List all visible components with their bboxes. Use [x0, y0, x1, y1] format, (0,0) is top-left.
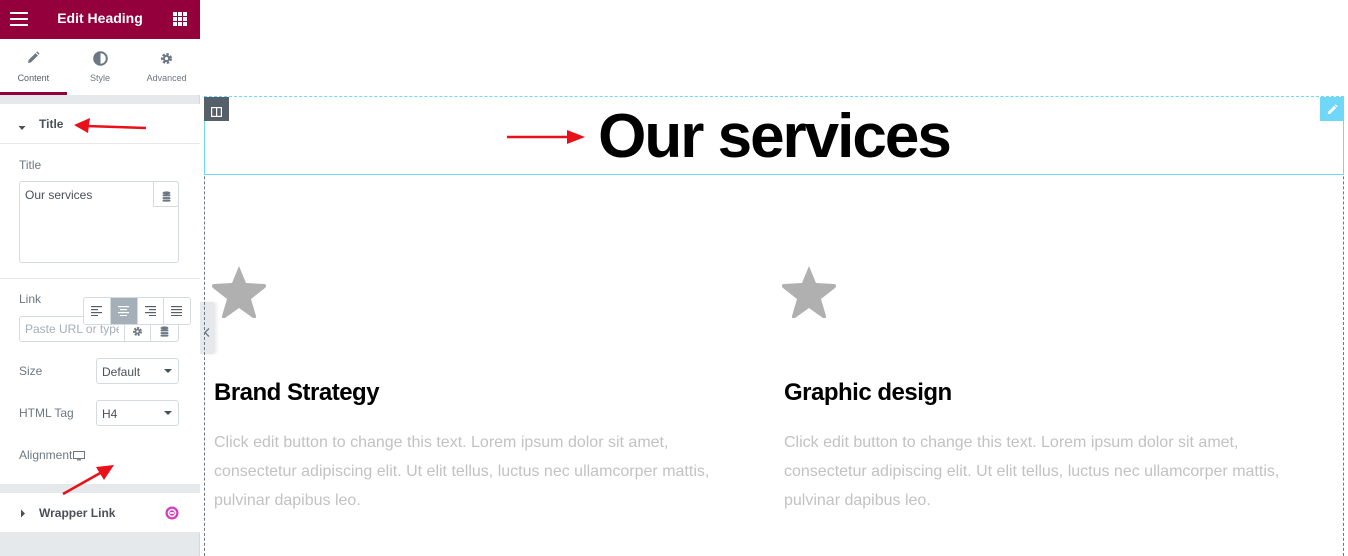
annotation-arrow — [62, 465, 114, 496]
caret-down-icon — [18, 120, 26, 134]
star-icon — [211, 264, 267, 323]
chevron-down-icon — [164, 411, 172, 415]
panel-header: Edit Heading — [0, 0, 200, 39]
alignment-choices — [83, 297, 191, 325]
gear-icon — [132, 324, 143, 342]
panel-tabs: Content Style Advanced — [0, 39, 200, 95]
box-description[interactable]: Click edit button to change this text. L… — [214, 428, 714, 515]
align-right-icon — [144, 306, 156, 316]
tab-content[interactable]: Content — [0, 39, 67, 95]
html-tag-select[interactable]: H4 — [96, 400, 179, 426]
section-wrapper-link-label: Wrapper Link — [39, 506, 116, 520]
panel-title: Edit Heading — [57, 10, 143, 26]
box-title[interactable]: Graphic design — [784, 379, 952, 407]
half-circle-icon — [67, 51, 134, 69]
section-wrapper-link-toggle[interactable]: Wrapper Link — [0, 493, 200, 533]
align-center-button[interactable] — [110, 298, 138, 324]
title-field-label: Title — [19, 158, 42, 172]
annotation-arrow — [74, 118, 147, 133]
align-left-icon — [91, 306, 102, 316]
box-title[interactable]: Brand Strategy — [214, 379, 380, 407]
addon-badge-icon — [165, 506, 179, 523]
database-icon — [160, 324, 169, 342]
tab-style-label: Style — [90, 73, 111, 83]
tab-advanced[interactable]: Advanced — [133, 39, 200, 95]
section-title-label: Title — [39, 117, 64, 131]
html-tag-field-label: HTML Tag — [19, 406, 74, 420]
tab-content-label: Content — [17, 73, 50, 83]
widgets-grid-icon[interactable] — [173, 12, 187, 26]
align-left-button[interactable] — [84, 298, 111, 324]
caret-right-icon — [20, 507, 26, 521]
title-dynamic-tags-button[interactable] — [153, 181, 179, 207]
size-select-value: Default — [102, 365, 141, 379]
gear-icon — [133, 51, 200, 69]
star-icon — [781, 264, 837, 323]
box-description[interactable]: Click edit button to change this text. L… — [784, 428, 1284, 515]
align-right-button[interactable] — [137, 298, 165, 324]
html-tag-select-value: H4 — [102, 407, 118, 421]
size-field-label: Size — [19, 364, 43, 378]
divider — [0, 278, 200, 279]
pencil-icon — [0, 51, 67, 69]
page-heading[interactable]: Our services — [204, 101, 1344, 172]
database-icon — [162, 189, 171, 207]
align-justify-icon — [171, 306, 183, 316]
tab-style[interactable]: Style — [67, 39, 134, 95]
link-field-label: Link — [19, 292, 42, 306]
size-select[interactable]: Default — [96, 358, 179, 384]
annotation-arrow — [507, 130, 585, 144]
align-justify-button[interactable] — [164, 298, 190, 324]
chevron-down-icon — [164, 369, 172, 373]
align-center-icon — [117, 306, 129, 316]
alignment-field-label: Alignment — [19, 448, 73, 462]
tab-advanced-label: Advanced — [146, 73, 187, 83]
